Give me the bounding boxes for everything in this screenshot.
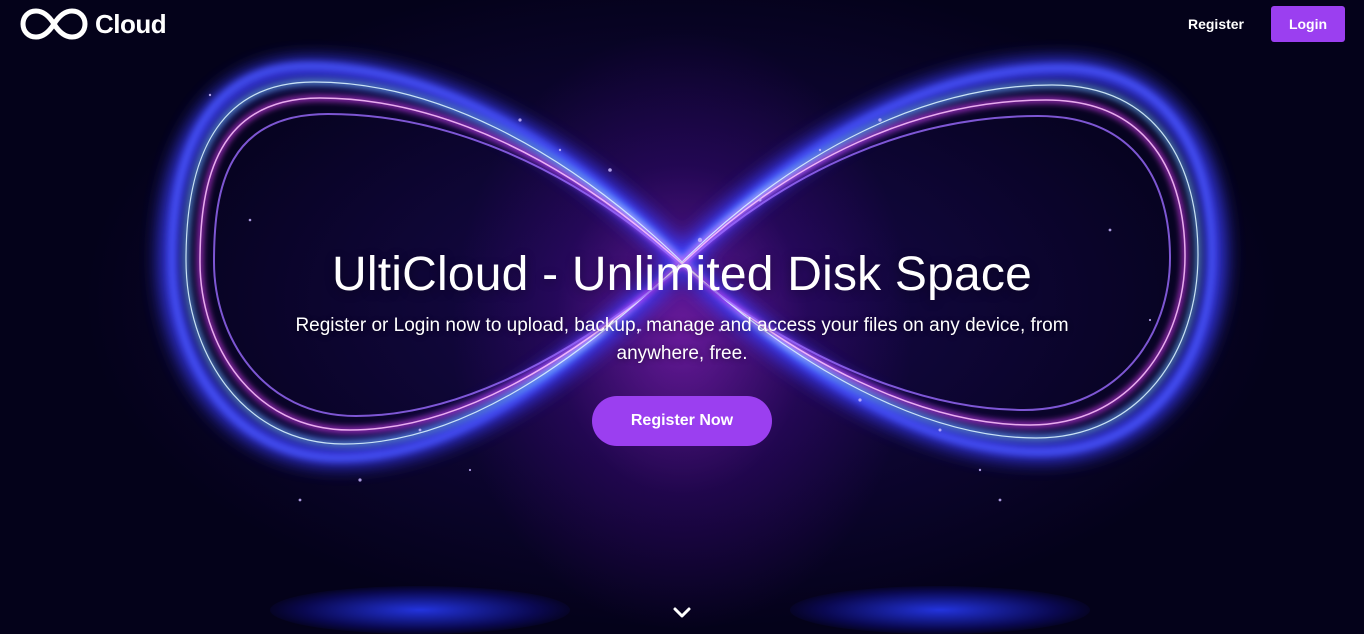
infinity-icon [19,6,89,42]
logo-text: Cloud [95,8,167,39]
hero-title: UltiCloud - Unlimited Disk Space [332,248,1032,301]
logo[interactable]: Cloud [19,6,167,42]
hero-subtitle: Register or Login now to upload, backup,… [295,315,1069,364]
floor-glow-right [790,586,1090,634]
floor-glow-left [270,586,570,634]
scroll-down-button[interactable] [670,600,694,624]
chevron-down-icon [670,600,694,624]
register-now-button[interactable]: Register Now [592,396,772,446]
login-button[interactable]: Login [1271,6,1345,42]
register-link[interactable]: Register [1176,8,1256,40]
